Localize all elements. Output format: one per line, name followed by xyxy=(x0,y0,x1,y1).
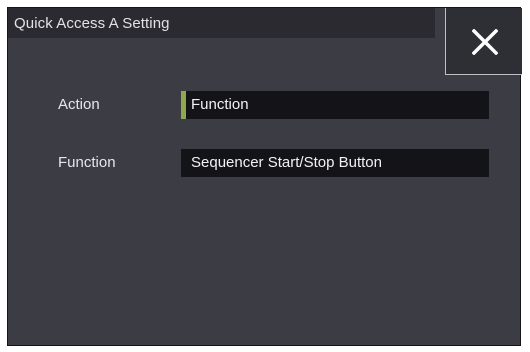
close-button[interactable] xyxy=(445,8,522,75)
action-label: Action xyxy=(58,96,100,113)
function-label: Function xyxy=(58,154,116,171)
dialog-title: Quick Access A Setting xyxy=(14,15,170,32)
action-select[interactable]: Function xyxy=(181,91,489,119)
function-select[interactable]: Sequencer Start/Stop Button xyxy=(181,149,489,177)
function-value: Sequencer Start/Stop Button xyxy=(191,154,382,171)
action-value: Function xyxy=(191,96,249,113)
title-bar: Quick Access A Setting xyxy=(8,8,435,38)
quick-access-setting-dialog: Quick Access A Setting Action Function F… xyxy=(7,7,522,346)
selection-indicator xyxy=(181,91,186,119)
close-icon xyxy=(472,29,498,55)
